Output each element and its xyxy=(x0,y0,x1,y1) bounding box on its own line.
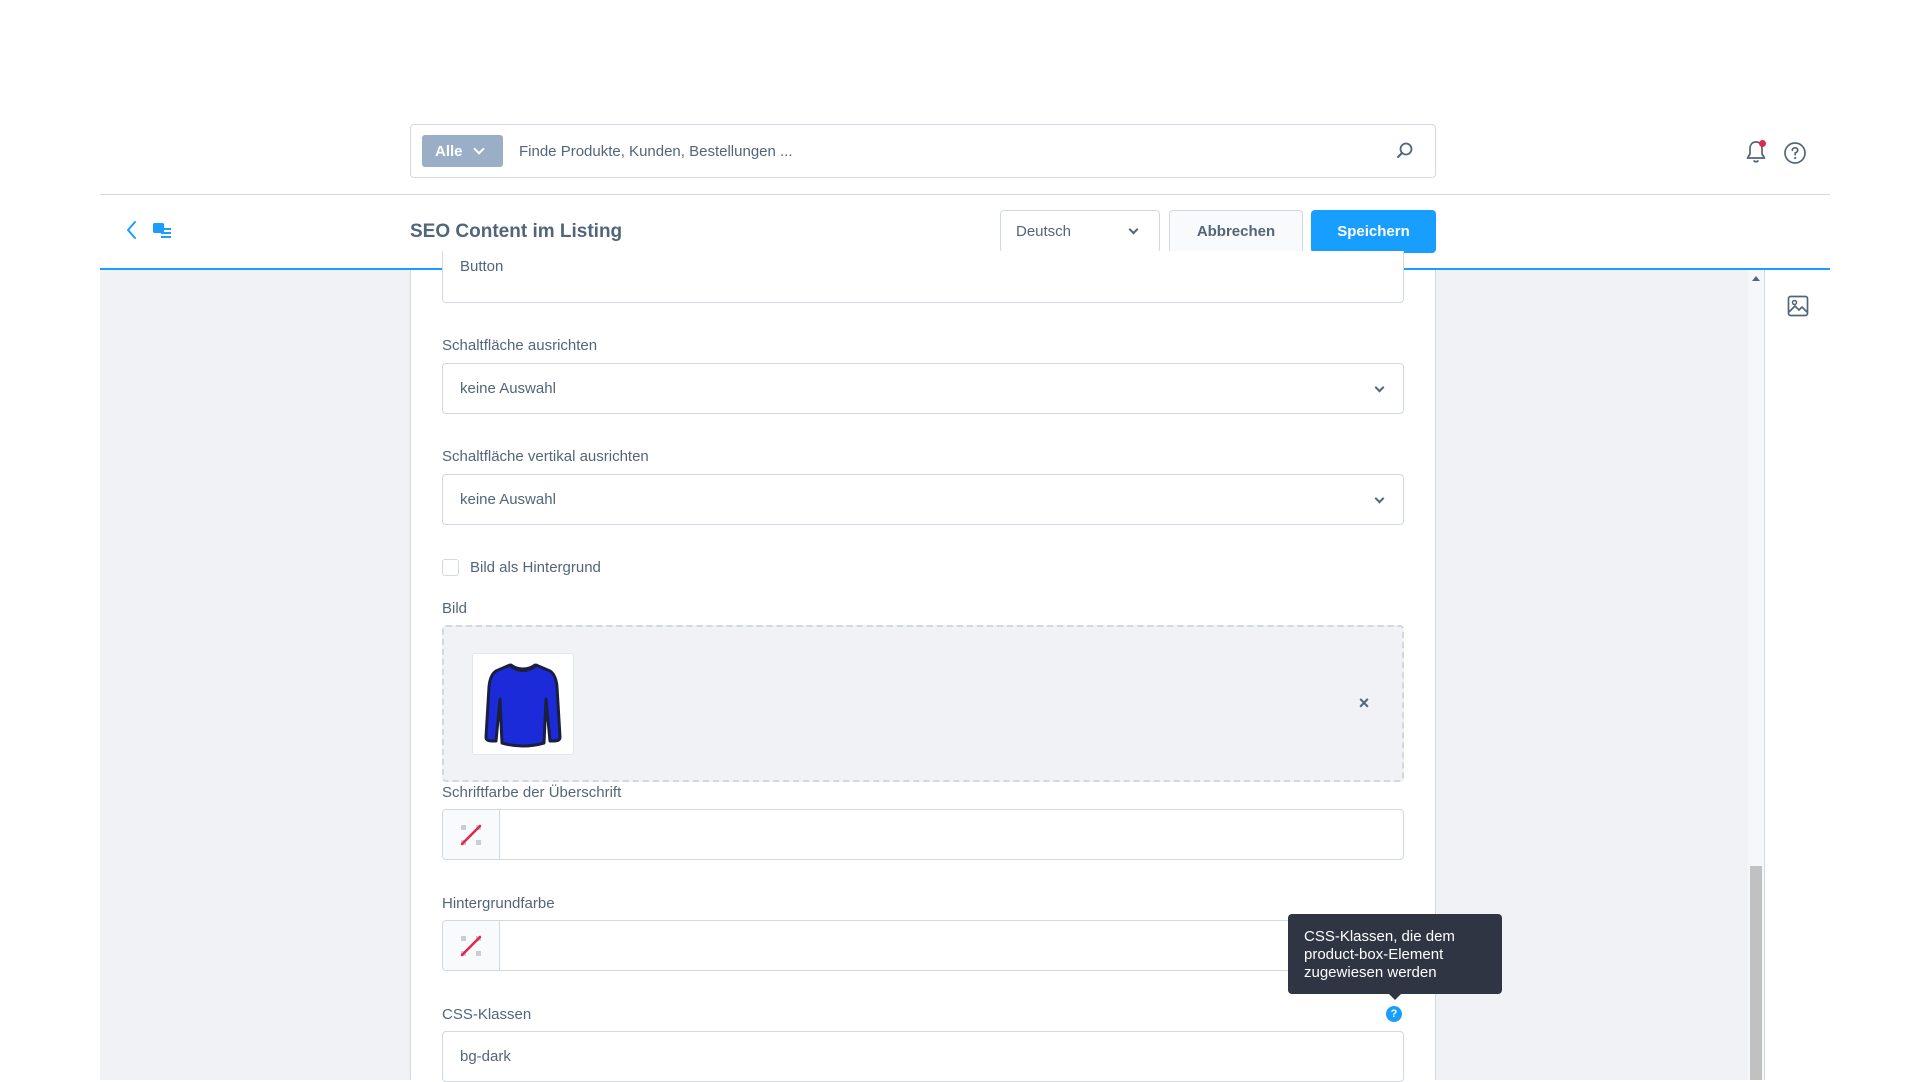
image-upload-area[interactable]: × xyxy=(442,625,1404,782)
heading-color-label: Schriftfarbe der Überschrift xyxy=(442,784,622,801)
help-circle-icon[interactable] xyxy=(1781,139,1809,167)
bg-color-field[interactable] xyxy=(442,920,1404,971)
left-panel xyxy=(100,270,410,1080)
bg-image-checkbox-label: Bild als Hintergrund xyxy=(470,559,601,576)
image-label: Bild xyxy=(442,600,468,617)
header-divider xyxy=(100,194,1830,195)
valign-select[interactable]: keine Auswahl xyxy=(442,474,1404,525)
css-tooltip: CSS-Klassen, die dem product-box-Element… xyxy=(1288,914,1502,994)
css-label: CSS-Klassen xyxy=(442,1006,532,1023)
bell-icon[interactable] xyxy=(1742,138,1770,166)
bg-image-checkbox[interactable] xyxy=(442,559,459,576)
button-text-input[interactable]: Button xyxy=(442,251,1404,303)
content-module-icon xyxy=(152,220,174,242)
sidebar-divider xyxy=(1764,270,1765,1080)
cancel-button[interactable]: Abbrechen xyxy=(1169,210,1303,253)
chevron-down-icon xyxy=(472,142,485,155)
valign-value: keine Auswahl xyxy=(460,491,556,508)
bg-color-label: Hintergrundfarbe xyxy=(442,895,555,912)
chevron-down-icon xyxy=(1374,382,1385,393)
heading-color-field[interactable] xyxy=(442,809,1404,860)
page-title: SEO Content im Listing xyxy=(410,221,623,242)
chevron-down-icon xyxy=(1374,493,1385,504)
search-type-label: Alle xyxy=(435,142,463,160)
search-input[interactable] xyxy=(519,131,1385,171)
save-button[interactable]: Speichern xyxy=(1311,210,1436,253)
align-select[interactable]: keine Auswahl xyxy=(442,363,1404,414)
css-input[interactable]: bg-dark xyxy=(442,1031,1404,1082)
language-switch[interactable]: Deutsch xyxy=(1000,210,1160,253)
image-icon[interactable] xyxy=(1786,294,1810,318)
scrollbar-thumb[interactable] xyxy=(1750,866,1762,1080)
valign-label: Schaltfläche vertikal ausrichten xyxy=(442,448,649,465)
align-value: keine Auswahl xyxy=(460,380,556,397)
css-value: bg-dark xyxy=(460,1048,511,1065)
chevron-down-icon xyxy=(1128,224,1139,235)
tooltip-arrow xyxy=(1388,993,1402,1000)
no-color-icon[interactable] xyxy=(443,921,500,970)
help-icon[interactable]: ? xyxy=(1386,1006,1402,1022)
remove-image-icon[interactable]: × xyxy=(1356,694,1372,712)
global-search: Alle xyxy=(410,124,1436,178)
button-text-value: Button xyxy=(460,258,504,275)
sweater-image xyxy=(472,653,574,755)
search-type-dropdown[interactable]: Alle xyxy=(422,135,503,167)
align-label: Schaltfläche ausrichten xyxy=(442,337,598,354)
no-color-icon[interactable] xyxy=(443,810,500,859)
chevron-left-icon[interactable] xyxy=(120,218,144,242)
language-label: Deutsch xyxy=(1016,223,1072,240)
search-icon[interactable] xyxy=(1385,131,1425,171)
scroll-up-arrow-icon[interactable] xyxy=(1752,276,1760,281)
